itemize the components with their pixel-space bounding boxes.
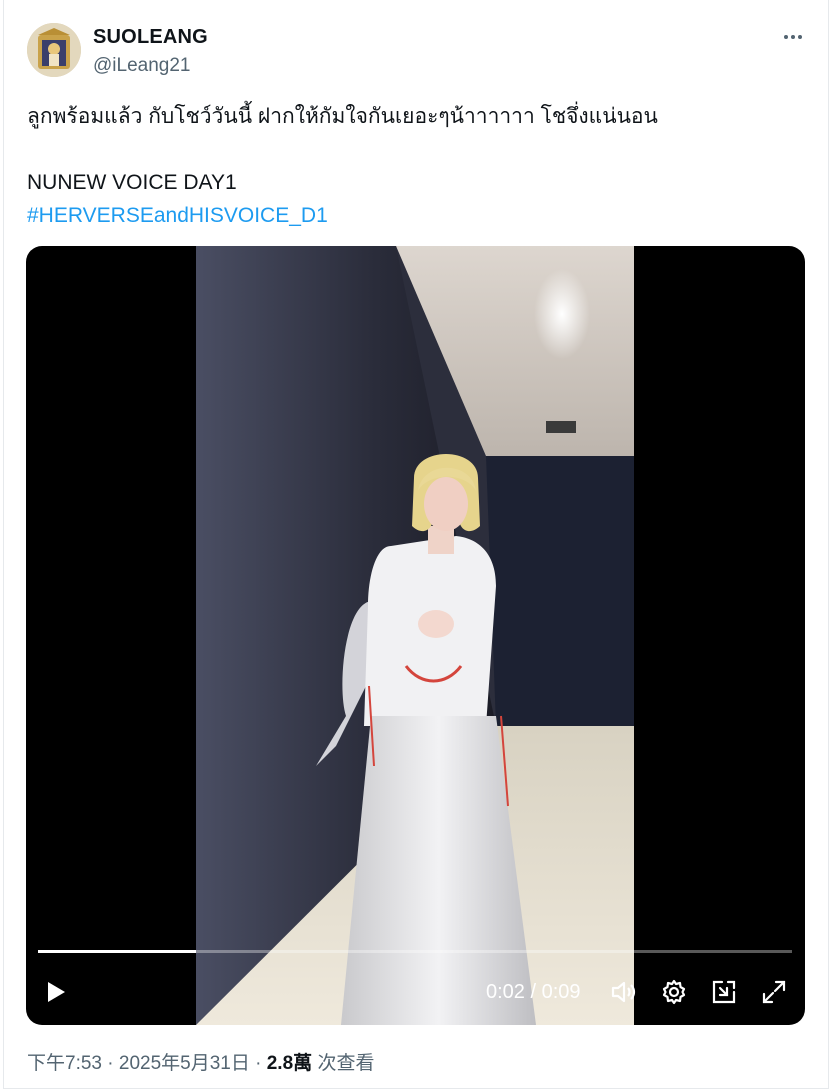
tweet-meta: 下午7:53 · 2025年5月31日 · 2.8萬 次查看 bbox=[27, 1048, 374, 1075]
author-handle[interactable]: @iLeang21 bbox=[93, 55, 190, 77]
tweet-text: ลูกพร้อมแล้ว กับโชว์วันนี้ ฝากให้กัมใจกั… bbox=[27, 100, 658, 232]
settings-button[interactable] bbox=[658, 976, 690, 1008]
current-time: 0:02 bbox=[486, 981, 525, 1003]
play-button[interactable] bbox=[40, 976, 72, 1008]
fullscreen-button[interactable] bbox=[758, 976, 790, 1008]
progress-fill bbox=[38, 950, 197, 953]
tweet-text-line-2: NUNEW VOICE DAY1 bbox=[27, 171, 237, 194]
view-count: 2.8萬 bbox=[266, 1053, 313, 1074]
volume-button[interactable] bbox=[608, 976, 640, 1008]
progress-bar[interactable] bbox=[38, 950, 792, 953]
fullscreen-icon bbox=[762, 980, 786, 1004]
play-icon bbox=[48, 982, 65, 1002]
post-time[interactable]: 下午7:53 bbox=[27, 1053, 102, 1074]
pip-button[interactable] bbox=[708, 976, 740, 1008]
pip-icon bbox=[712, 980, 736, 1004]
volume-icon bbox=[611, 981, 636, 1003]
hashtag-link[interactable]: #HERVERSEandHISVOICE_D1 bbox=[27, 204, 328, 227]
avatar-image bbox=[27, 23, 81, 77]
tweet-text-line-1: ลูกพร้อมแล้ว กับโชว์วันนี้ ฝากให้กัมใจกั… bbox=[27, 105, 658, 128]
author-name[interactable]: SUOLEANG bbox=[93, 26, 208, 49]
view-label: 次查看 bbox=[317, 1053, 375, 1074]
settings-icon bbox=[662, 979, 686, 1005]
meta-dot: · bbox=[101, 1053, 119, 1074]
time-display: 0:02 / 0:09 bbox=[486, 981, 581, 1004]
avatar[interactable] bbox=[27, 23, 81, 77]
more-options-icon[interactable] bbox=[778, 24, 808, 50]
duration: 0:09 bbox=[541, 981, 581, 1003]
time-separator: / bbox=[524, 981, 542, 1003]
post-date[interactable]: 2025年5月31日 bbox=[119, 1053, 250, 1074]
meta-dot: · bbox=[249, 1053, 267, 1074]
video-frame bbox=[196, 246, 634, 1025]
tweet-text-spacer bbox=[27, 133, 658, 166]
video-player[interactable]: 0:02 / 0:09 bbox=[26, 246, 805, 1025]
